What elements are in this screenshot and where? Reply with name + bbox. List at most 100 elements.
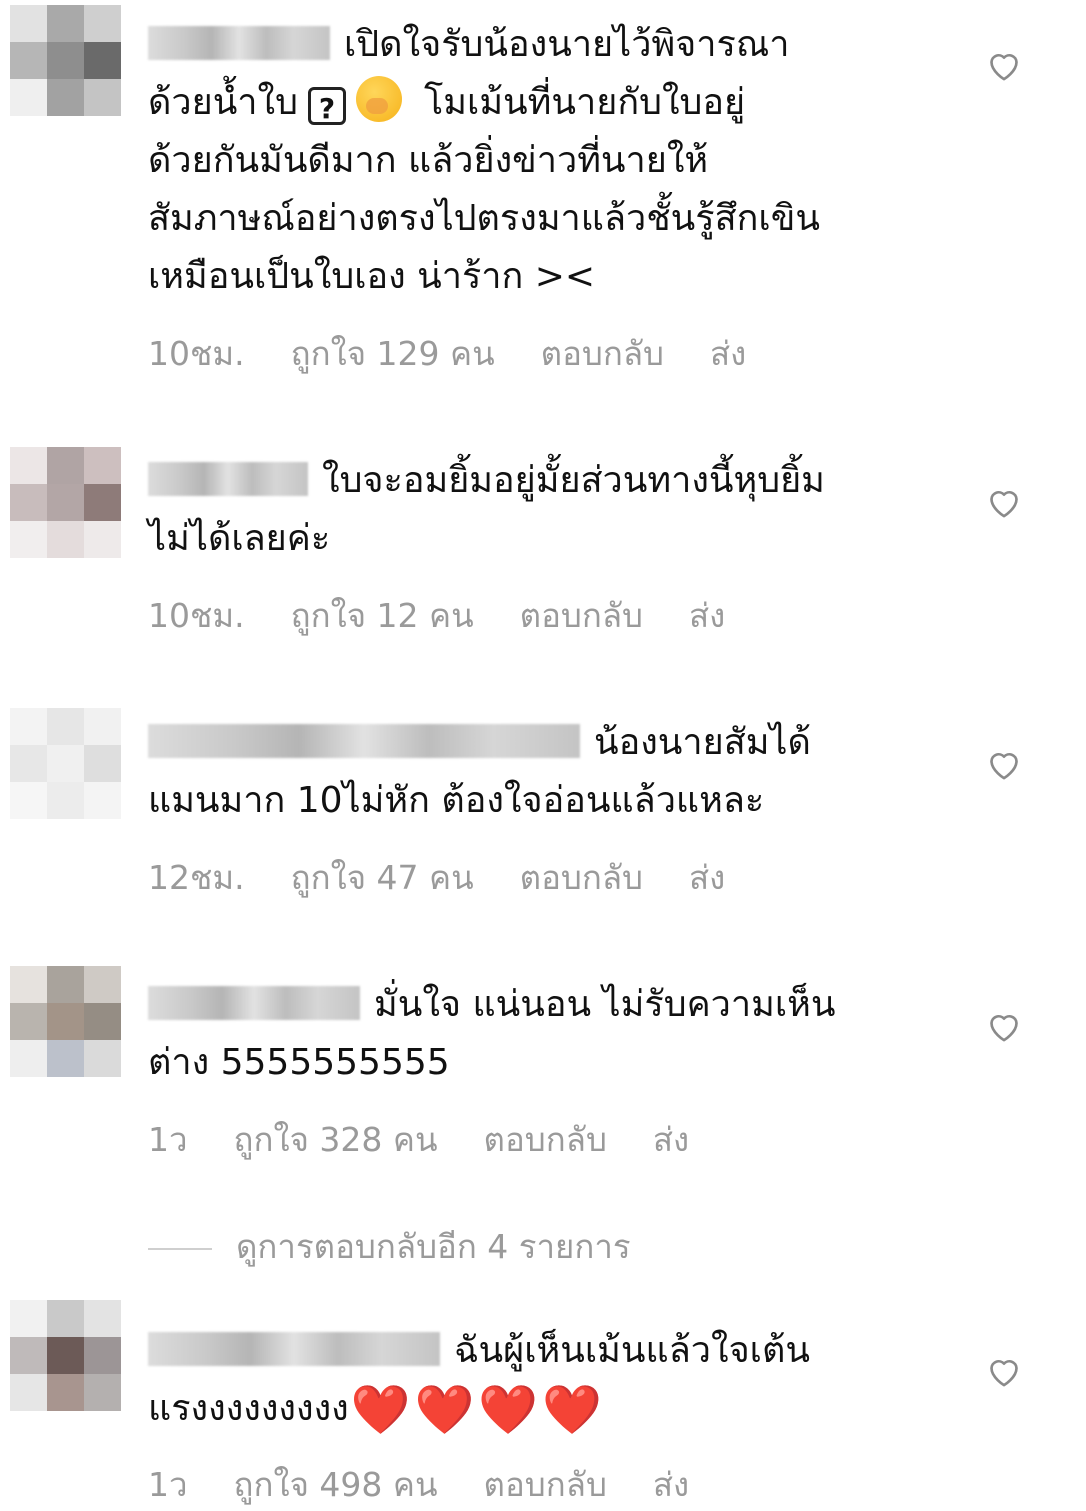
timestamp: 1ว [148, 1465, 188, 1504]
avatar-pixel [84, 1003, 121, 1040]
avatar-pixel [47, 1337, 84, 1374]
username-redacted[interactable] [148, 724, 580, 758]
hand-over-mouth-emoji-icon [355, 76, 402, 122]
avatar-pixel [84, 521, 121, 558]
username-redacted[interactable] [148, 986, 360, 1020]
timestamp: 10ชม. [148, 334, 245, 373]
avatar-pixel [47, 447, 84, 484]
comment-text: ใบจะอมยิ้มอยู่มั้ยส่วนทางนี้หุบยิ้ม ไม่ไ… [148, 460, 825, 559]
avatar-pixel [84, 745, 121, 782]
comment-body: ฉันผู้เห็นเม้นแล้วใจเต้น แรงงงงงงงงง❤️❤️… [148, 1322, 948, 1438]
avatar-pixel [84, 966, 121, 1003]
avatar-pixel [47, 708, 84, 745]
avatar-pixel [10, 42, 47, 79]
comment-body: ใบจะอมยิ้มอยู่มั้ยส่วนทางนี้หุบยิ้ม ไม่ไ… [148, 452, 948, 568]
heart-outline-icon[interactable] [984, 1006, 1024, 1046]
avatar-pixel [84, 79, 121, 116]
avatar-pixel [10, 1337, 47, 1374]
comment-text: ฉันผู้เห็นเม้นแล้วใจเต้น แรงงงงงงงงง❤️❤️… [148, 1330, 810, 1438]
avatar-pixel [47, 5, 84, 42]
avatar-pixel [47, 521, 84, 558]
send-button[interactable]: ส่ง [653, 1465, 689, 1504]
likes-count[interactable]: ถูกใจ 498 คน [234, 1465, 438, 1504]
avatar-pixel [10, 1003, 47, 1040]
timestamp: 12ชม. [148, 858, 245, 897]
avatar-pixel [84, 708, 121, 745]
avatar[interactable] [10, 1300, 121, 1411]
likes-count[interactable]: ถูกใจ 328 คน [234, 1120, 438, 1159]
avatar-pixel [47, 966, 84, 1003]
comment-body: น้องนายสัมได้ แมนมาก 10ไม่หัก ต้องใจอ่อน… [148, 714, 948, 830]
reply-button[interactable]: ตอบกลับ [541, 334, 664, 373]
red-heart-emoji-icon: ❤️ [478, 1382, 539, 1438]
red-heart-emoji-icon: ❤️ [350, 1382, 411, 1438]
avatar-pixel [10, 708, 47, 745]
send-button[interactable]: ส่ง [653, 1120, 689, 1159]
avatar-pixel [84, 42, 121, 79]
username-redacted[interactable] [148, 462, 308, 496]
username-redacted[interactable] [148, 1332, 440, 1366]
timestamp: 10ชม. [148, 596, 245, 635]
send-button[interactable]: ส่ง [710, 334, 746, 373]
avatar-pixel [47, 1040, 84, 1077]
reply-button[interactable]: ตอบกลับ [484, 1465, 607, 1504]
heart-outline-icon[interactable] [984, 744, 1024, 784]
reply-button[interactable]: ตอบกลับ [520, 596, 643, 635]
likes-count[interactable]: ถูกใจ 12 คน [291, 596, 474, 635]
red-heart-emoji-icon: ❤️ [414, 1382, 475, 1438]
heart-outline-icon[interactable] [984, 482, 1024, 522]
comment-meta: 10ชม. ถูกใจ 129 คน ตอบกลับ ส่ง [148, 327, 792, 380]
divider-line [148, 1247, 212, 1250]
avatar-pixel [10, 1040, 47, 1077]
avatar-pixel [10, 745, 47, 782]
avatar-pixel [47, 745, 84, 782]
comment-text: น้องนายสัมได้ แมนมาก 10ไม่หัก ต้องใจอ่อน… [148, 722, 811, 821]
avatar-pixel [10, 782, 47, 819]
reply-button[interactable]: ตอบกลับ [520, 858, 643, 897]
avatar-pixel [10, 1300, 47, 1337]
view-more-replies[interactable]: ดูการตอบกลับอีก 4 รายการ [148, 1220, 631, 1273]
comment-meta: 1ว ถูกใจ 498 คน ตอบกลับ ส่ง [148, 1458, 735, 1511]
avatar[interactable] [10, 966, 121, 1077]
avatar-pixel [84, 1374, 121, 1411]
avatar[interactable] [10, 447, 121, 558]
send-button[interactable]: ส่ง [689, 596, 725, 635]
question-box-emoji-icon: ? [307, 87, 346, 125]
likes-count[interactable]: ถูกใจ 47 คน [291, 858, 474, 897]
avatar-pixel [47, 79, 84, 116]
avatar-pixel [47, 1300, 84, 1337]
avatar-pixel [47, 1374, 84, 1411]
username-redacted[interactable] [148, 26, 330, 60]
avatar-pixel [84, 782, 121, 819]
avatar-pixel [84, 447, 121, 484]
send-button[interactable]: ส่ง [689, 858, 725, 897]
avatar-pixel [47, 782, 84, 819]
avatar-pixel [10, 1374, 47, 1411]
avatar-pixel [84, 484, 121, 521]
avatar-pixel [10, 79, 47, 116]
avatar-pixel [84, 1040, 121, 1077]
reply-button[interactable]: ตอบกลับ [484, 1120, 607, 1159]
avatar-pixel [47, 484, 84, 521]
comment-meta: 12ชม. ถูกใจ 47 คน ตอบกลับ ส่ง [148, 851, 771, 904]
comment-body: เปิดใจรับน้องนายไว้พิจารณา ด้วยน้ำใบ? โมเ… [148, 16, 948, 306]
avatar-pixel [10, 447, 47, 484]
comment-body: มั่นใจ แน่นอน ไม่รับความเห็น ต่าง 555555… [148, 976, 948, 1092]
timestamp: 1ว [148, 1120, 188, 1159]
comment-text: เปิดใจรับน้องนายไว้พิจารณา ด้วยน้ำใบ? โมเ… [148, 24, 820, 297]
avatar-pixel [10, 966, 47, 1003]
avatar-pixel [47, 42, 84, 79]
likes-count[interactable]: ถูกใจ 129 คน [291, 334, 495, 373]
avatar-pixel [10, 5, 47, 42]
avatar-pixel [84, 5, 121, 42]
avatar[interactable] [10, 708, 121, 819]
view-more-replies-label: ดูการตอบกลับอีก 4 รายการ [236, 1227, 631, 1266]
avatar-pixel [47, 1003, 84, 1040]
avatar[interactable] [10, 5, 121, 116]
heart-outline-icon[interactable] [984, 1351, 1024, 1391]
comment-meta: 10ชม. ถูกใจ 12 คน ตอบกลับ ส่ง [148, 589, 771, 642]
avatar-pixel [84, 1337, 121, 1374]
heart-outline-icon[interactable] [984, 45, 1024, 85]
comment-text: มั่นใจ แน่นอน ไม่รับความเห็น ต่าง 555555… [148, 984, 836, 1083]
avatar-pixel [10, 521, 47, 558]
